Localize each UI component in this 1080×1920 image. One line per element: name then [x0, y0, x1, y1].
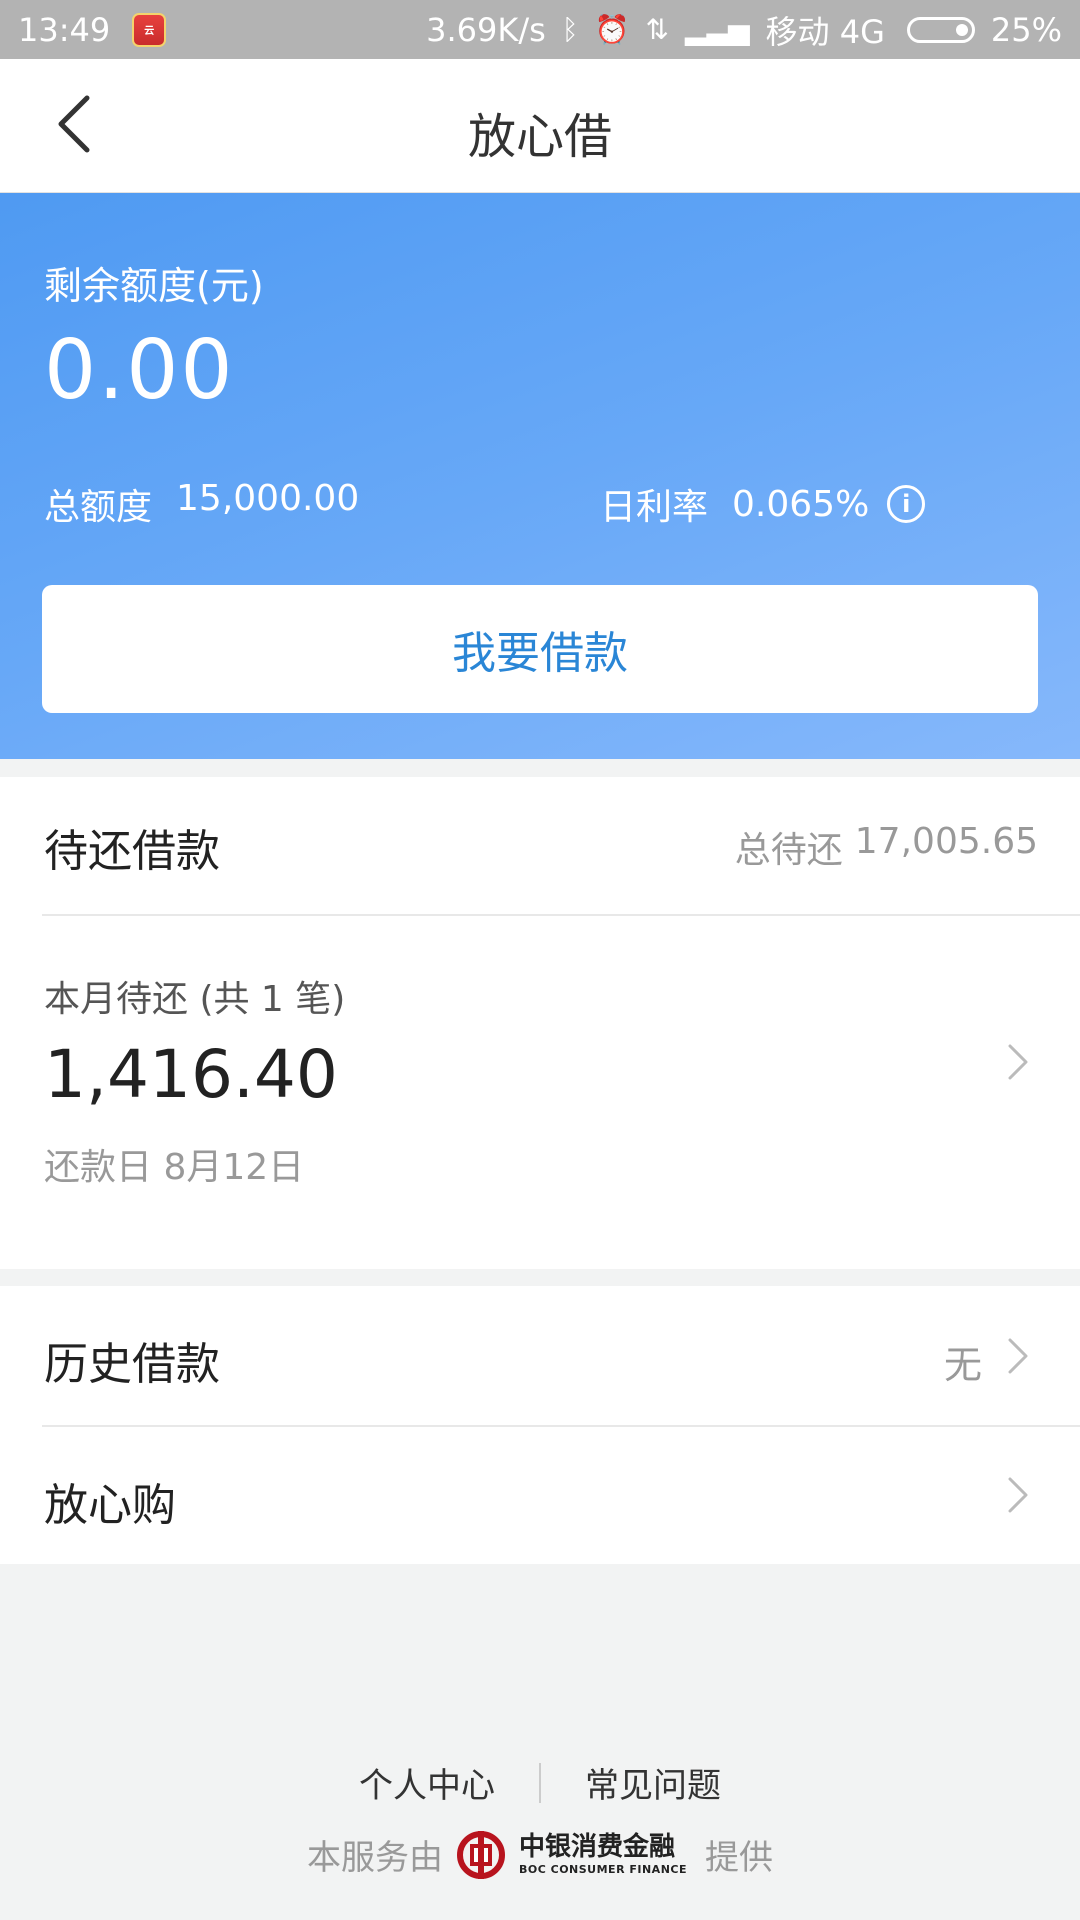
pending-total: 总待还 17,005.65 — [735, 821, 1038, 873]
carrier-label: 移动 4G — [765, 12, 885, 51]
boc-name-en: BOC CONSUMER FINANCE — [518, 1863, 687, 1876]
shop-item[interactable]: 放心购 — [0, 1427, 1080, 1566]
provider-note: 本服务由 中银消费金融 BOC CONSUMER FINANCE 提供 — [0, 1830, 1080, 1879]
quota-card: 剩余额度(元) 0.00 总额度 15,000.00 日利率 0.065% i … — [0, 193, 1080, 759]
signal-icon: ▂▃▅ — [684, 13, 750, 46]
provider-suffix: 提供 — [705, 1838, 773, 1878]
status-time: 13:49 — [18, 10, 111, 49]
status-bar: 13:49 云 3.69K/s ᛒ ⏰ ⇅ ▂▃▅ 移动 4G 25% — [0, 0, 1080, 59]
daily-rate: 日利率 0.065% i — [600, 478, 926, 530]
unionpay-app-icon: 云 — [132, 12, 167, 47]
history-loans-value: 无 — [943, 1343, 982, 1387]
daily-rate-value: 0.065% — [732, 483, 870, 525]
alarm-icon: ⏰ — [594, 13, 630, 46]
info-icon[interactable]: i — [887, 485, 926, 523]
remaining-quota-value: 0.00 — [44, 323, 235, 418]
menu-section: 历史借款 无 放心购 — [0, 1286, 1080, 1564]
history-loans-item[interactable]: 历史借款 无 — [0, 1286, 1080, 1425]
total-quota-label: 总额度 — [44, 487, 153, 528]
page-title: 放心借 — [467, 109, 612, 165]
monthly-due-amount: 1,416.40 — [44, 1036, 338, 1113]
chevron-right-icon — [998, 1475, 1038, 1515]
total-quota: 总额度 15,000.00 — [44, 478, 359, 530]
pending-total-label: 总待还 — [734, 830, 843, 871]
faq-link[interactable]: 常见问题 — [541, 1758, 765, 1807]
pending-loans-section: 待还借款 总待还 17,005.65 本月待还 (共 1 笔) 1,416.40… — [0, 777, 1080, 1269]
history-loans-label: 历史借款 — [44, 1339, 220, 1390]
bluetooth-icon: ᛒ — [561, 13, 579, 46]
chevron-right-icon — [998, 1042, 1038, 1082]
boc-name: 中银消费金融 — [518, 1832, 675, 1862]
data-arrows-icon: ⇅ — [645, 13, 669, 46]
app-header: 放心借 — [0, 59, 1080, 193]
provider-prefix: 本服务由 — [306, 1838, 443, 1878]
shop-label: 放心购 — [44, 1480, 176, 1531]
pending-loans-title: 待还借款 — [44, 826, 220, 877]
boc-logo-icon — [456, 1830, 505, 1879]
battery-icon — [906, 16, 975, 43]
footer-links: 个人中心 常见问题 — [0, 1758, 1080, 1807]
monthly-due-row[interactable]: 本月待还 (共 1 笔) 1,416.40 还款日 8月12日 — [0, 916, 1080, 1266]
monthly-due-label: 本月待还 (共 1 笔) — [44, 979, 346, 1020]
borrow-button[interactable]: 我要借款 — [42, 585, 1038, 713]
daily-rate-label: 日利率 — [600, 487, 709, 528]
network-speed: 3.69K/s — [426, 10, 546, 49]
personal-center-link[interactable]: 个人中心 — [315, 1758, 539, 1807]
chevron-right-icon — [998, 1336, 1038, 1376]
battery-percent: 25% — [990, 10, 1062, 49]
total-quota-value: 15,000.00 — [176, 478, 360, 519]
repayment-date: 还款日 8月12日 — [44, 1147, 305, 1188]
pending-total-value: 17,005.65 — [854, 821, 1038, 862]
remaining-quota-label: 剩余额度(元) — [44, 264, 264, 308]
boc-brand: 中银消费金融 BOC CONSUMER FINANCE — [519, 1834, 687, 1875]
